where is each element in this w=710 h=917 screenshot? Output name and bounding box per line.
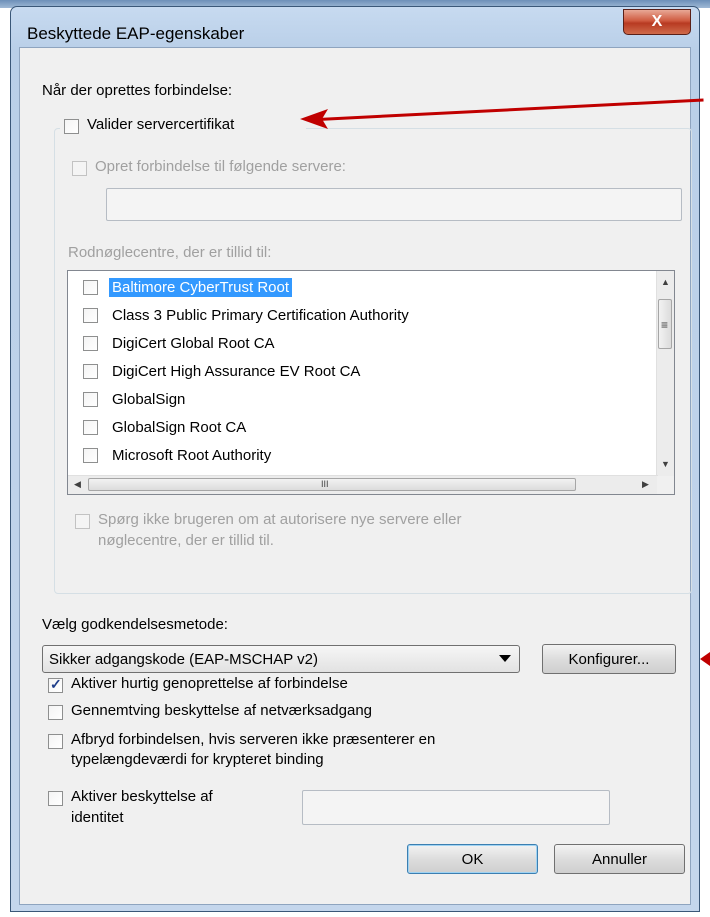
connect-servers-checkbox[interactable]	[72, 161, 87, 176]
list-item-checkbox[interactable]	[83, 363, 98, 379]
close-button[interactable]: X	[623, 9, 691, 35]
list-item-checkbox[interactable]	[83, 391, 98, 407]
identity-protection-label-line2: identitet	[71, 809, 124, 826]
list-item-checkbox[interactable]	[83, 335, 98, 351]
identity-input[interactable]	[302, 790, 610, 825]
list-item-label: Baltimore CyberTrust Root	[109, 277, 292, 297]
configure-button[interactable]: Konfigurer...	[542, 644, 676, 674]
validate-cert-label: Valider servercertifikat	[87, 116, 235, 133]
connect-servers-label: Opret forbindelse til følgende servere:	[95, 158, 346, 175]
disconnect-label-line1: Afbryd forbindelsen, hvis serveren ikke …	[71, 731, 436, 748]
dont-prompt-checkbox[interactable]	[75, 514, 90, 529]
list-item[interactable]: Microsoft Root Authority	[68, 443, 274, 467]
list-item-checkbox[interactable]	[83, 419, 98, 435]
scroll-up-icon[interactable]: ▲	[661, 277, 670, 287]
connection-heading: Når der oprettes forbindelse:	[42, 82, 233, 99]
list-item-label: Class 3 Public Primary Certification Aut…	[112, 306, 409, 324]
dialog-client-area: Når der oprettes forbindelse: Valider se…	[19, 47, 692, 905]
list-item-label: DigiCert Global Root CA	[112, 334, 275, 352]
window-title: Beskyttede EAP-egenskaber	[27, 24, 245, 43]
horizontal-scrollbar[interactable]: ◀ III ▶	[68, 475, 658, 494]
list-item[interactable]: DigiCert Global Root CA	[68, 331, 278, 355]
list-item[interactable]: DigiCert High Assurance EV Root CA	[68, 359, 363, 383]
auth-method-value: Sikker adgangskode (EAP-MSCHAP v2)	[49, 650, 319, 668]
fast-reconnect-label: Aktiver hurtig genoprettelse af forbinde…	[71, 675, 348, 692]
horizontal-scroll-thumb[interactable]: III	[88, 478, 576, 491]
validate-cert-checkbox[interactable]	[64, 119, 79, 134]
auth-method-select[interactable]: Sikker adgangskode (EAP-MSCHAP v2)	[42, 645, 520, 673]
list-item[interactable]: GlobalSign	[68, 387, 188, 411]
ok-button[interactable]: OK	[407, 844, 538, 874]
cancel-button[interactable]: Annuller	[554, 844, 685, 874]
scroll-left-icon[interactable]: ◀	[74, 479, 81, 490]
servers-input[interactable]	[106, 188, 682, 221]
close-icon: X	[651, 13, 663, 30]
fast-reconnect-checkbox[interactable]	[48, 676, 63, 693]
nap-label: Gennemtving beskyttelse af netværksadgan…	[71, 702, 373, 719]
identity-protection-checkbox[interactable]	[48, 791, 63, 806]
grip-icon: III	[321, 479, 329, 489]
list-item-label: DigiCert High Assurance EV Root CA	[112, 362, 361, 380]
list-item-checkbox[interactable]	[83, 279, 98, 295]
trusted-roots-label: Rodnøglecentre, der er tillid til:	[68, 244, 272, 261]
dont-prompt-label-line2: nøglecentre, der er tillid til.	[98, 532, 274, 549]
disconnect-checkbox[interactable]	[48, 734, 63, 749]
trusted-roots-list[interactable]: Baltimore CyberTrust Root Class 3 Public…	[67, 270, 675, 495]
grip-icon: ≡	[661, 318, 669, 332]
vertical-scrollbar[interactable]: ▲ ≡ ▼	[656, 271, 674, 477]
annotation-arrowhead-icon	[700, 652, 710, 666]
dont-prompt-label-line1: Spørg ikke brugeren om at autorisere nye…	[98, 511, 462, 528]
list-item[interactable]: Class 3 Public Primary Certification Aut…	[68, 303, 412, 327]
list-item-checkbox[interactable]	[83, 307, 98, 323]
auth-method-heading: Vælg godkendelsesmetode:	[42, 616, 228, 633]
list-item[interactable]: Baltimore CyberTrust Root	[68, 275, 292, 299]
annotation-arrowhead-icon	[300, 109, 328, 129]
nap-checkbox[interactable]	[48, 705, 63, 720]
scroll-down-icon[interactable]: ▼	[661, 459, 670, 469]
list-item-label: GlobalSign	[112, 390, 186, 408]
list-item-label: GlobalSign Root CA	[112, 418, 247, 436]
vertical-scroll-thumb[interactable]: ≡	[658, 299, 672, 349]
scrollbar-corner	[657, 476, 674, 494]
dialog-window: Beskyttede EAP-egenskaber X Når der opre…	[10, 6, 700, 912]
scroll-right-icon[interactable]: ▶	[642, 479, 649, 490]
identity-protection-label-line1: Aktiver beskyttelse af	[71, 788, 213, 805]
list-item-label: Microsoft Root Authority	[112, 446, 272, 464]
list-item-checkbox[interactable]	[83, 447, 98, 463]
list-item[interactable]: GlobalSign Root CA	[68, 415, 249, 439]
chevron-down-icon	[499, 655, 511, 662]
disconnect-label-line2: typelængdeværdi for krypteret binding	[71, 751, 324, 768]
